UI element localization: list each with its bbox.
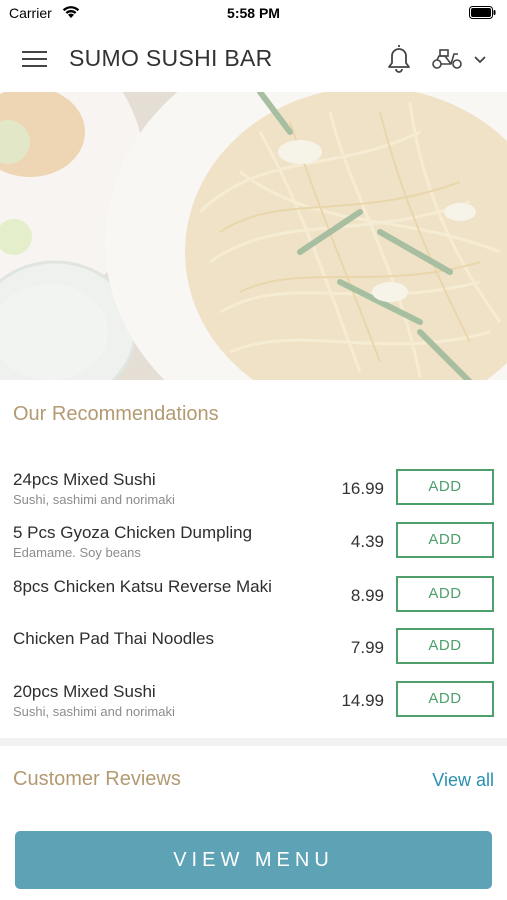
menu-icon[interactable] (22, 49, 47, 69)
app-title: SUMO SUSHI BAR (69, 45, 273, 71)
item-price: 8.99 (350, 586, 384, 605)
item-description: Sushi, sashimi and norimaki (13, 704, 175, 719)
add-button[interactable]: ADD (396, 522, 494, 558)
add-button[interactable]: ADD (396, 576, 494, 612)
list-item: Chicken Pad Thai Noodles 7.99 ADD (0, 628, 507, 682)
add-button[interactable]: ADD (396, 628, 494, 664)
item-name: 5 Pcs Gyoza Chicken Dumpling (13, 523, 253, 542)
item-description: Edamame. Soy beans (13, 545, 141, 560)
recommendations-title: Our Recommendations (13, 403, 219, 425)
list-item: 8pcs Chicken Katsu Reverse Maki 8.99 ADD (0, 576, 507, 630)
list-item: 24pcs Mixed Sushi Sushi, sashimi and nor… (0, 469, 507, 523)
scooter-icon[interactable] (431, 46, 463, 70)
reviews-title: Customer Reviews (13, 768, 181, 790)
item-name: Chicken Pad Thai Noodles (13, 629, 214, 648)
chevron-down-icon[interactable] (472, 53, 488, 65)
list-item: 5 Pcs Gyoza Chicken Dumpling Edamame. So… (0, 522, 507, 576)
item-price: 4.39 (350, 532, 384, 551)
item-description: Sushi, sashimi and norimaki (13, 492, 175, 507)
hero-image (0, 92, 507, 380)
item-price: 7.99 (350, 638, 384, 657)
hero-food-illustration (0, 92, 507, 380)
item-name: 20pcs Mixed Sushi (13, 682, 156, 701)
view-menu-button[interactable]: VIEW MENU (15, 831, 492, 889)
item-price: 16.99 (341, 479, 384, 498)
bell-icon[interactable] (385, 43, 413, 73)
view-all-link[interactable]: View all (432, 770, 494, 791)
battery-icon (469, 6, 496, 19)
status-bar: Carrier 5:58 PM (0, 0, 507, 26)
status-time: 5:58 PM (227, 5, 280, 21)
item-name: 8pcs Chicken Katsu Reverse Maki (13, 577, 272, 596)
section-divider (0, 738, 507, 746)
add-button[interactable]: ADD (396, 469, 494, 505)
add-button[interactable]: ADD (396, 681, 494, 717)
item-name: 24pcs Mixed Sushi (13, 470, 156, 489)
list-item: 20pcs Mixed Sushi Sushi, sashimi and nor… (0, 681, 507, 735)
item-price: 14.99 (341, 691, 384, 710)
app-header: SUMO SUSHI BAR (0, 26, 507, 92)
